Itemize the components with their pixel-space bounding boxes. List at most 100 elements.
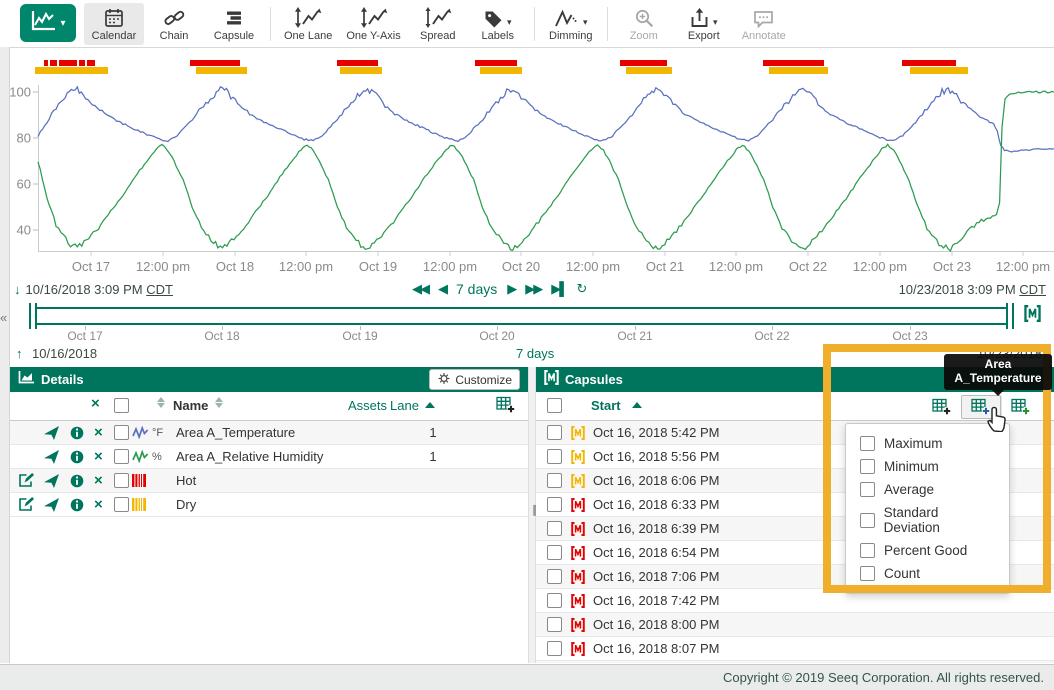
select-all-capsules-checkbox[interactable]	[547, 398, 562, 413]
asset-swap-icon[interactable]	[44, 469, 62, 492]
toolbar-button-one-lane[interactable]: One Lane	[277, 3, 339, 45]
capsule-checkbox[interactable]	[547, 661, 563, 663]
asset-swap-icon[interactable]	[44, 421, 62, 444]
remove-icon[interactable]: ×	[94, 421, 110, 444]
item-name[interactable]: Area A_Relative Humidity	[176, 445, 416, 468]
asset-swap-icon[interactable]	[44, 445, 62, 468]
remove-icon[interactable]: ×	[94, 469, 110, 492]
unit-label	[152, 493, 176, 516]
toolbar-button-one-y-axis[interactable]: One Y-Axis	[339, 3, 407, 45]
remove-all-icon[interactable]: ×	[91, 396, 100, 411]
toolbar-button-export[interactable]: ▾Export	[674, 3, 734, 45]
remove-icon[interactable]: ×	[94, 493, 110, 516]
stats-menu-item-standard-deviation[interactable]: Standard Deviation	[846, 501, 1009, 539]
column-assets[interactable]: Assets	[348, 398, 387, 413]
tooltip-line2: A_Temperature	[946, 371, 1050, 385]
capsule-checkbox[interactable]	[547, 445, 563, 468]
series-area-a-relative-humidity[interactable]	[38, 91, 1054, 251]
info-icon[interactable]	[70, 421, 88, 444]
column-lane[interactable]: Lane	[390, 398, 419, 413]
column-start[interactable]: Start	[591, 398, 621, 413]
toolbar-button-zoom[interactable]: Zoom	[614, 3, 674, 45]
stats-menu-item-percent-good[interactable]: Percent Good	[846, 539, 1009, 562]
add-stat-column-button[interactable]	[961, 395, 1001, 419]
item-name[interactable]: Area A_Temperature	[176, 421, 416, 444]
stats-menu-item-count[interactable]: Count	[846, 562, 1009, 585]
customize-button[interactable]: Customize	[429, 369, 520, 390]
stats-menu-label: Average	[884, 482, 934, 497]
toolbar-button-dimming[interactable]: ▾Dimming	[541, 3, 601, 45]
capsule-checkbox[interactable]	[547, 565, 563, 588]
toolbar-button-labels[interactable]: ▾Labels	[468, 3, 528, 45]
edit-icon[interactable]	[18, 469, 38, 492]
asset-swap-icon[interactable]	[44, 493, 62, 516]
investigate-duration[interactable]: 7 days	[516, 346, 554, 361]
refresh-icon[interactable]: ↻	[576, 281, 585, 297]
sort-icon[interactable]	[157, 397, 165, 408]
row-checkbox[interactable]	[114, 469, 130, 492]
timeline-right-handle[interactable]	[1006, 303, 1014, 329]
step-to-end-icon[interactable]: ▶▌	[551, 281, 566, 297]
add-stat-column-button[interactable]	[1001, 396, 1040, 418]
capsule-checkbox[interactable]	[547, 421, 563, 444]
item-name[interactable]: Dry	[176, 493, 416, 516]
capsule-checkbox[interactable]	[547, 493, 563, 516]
stats-menu-item-maximum[interactable]: Maximum	[846, 432, 1009, 455]
display-range-start[interactable]: ↓10/16/2018 3:09 PM CDT	[14, 282, 173, 297]
capsule-bar-hot	[475, 60, 517, 66]
select-all-checkbox[interactable]	[114, 398, 129, 413]
step-forward-icon[interactable]: ▶	[507, 281, 515, 297]
capsule-time-icon[interactable]	[1024, 305, 1041, 327]
x-axis-tick: Oct 18	[216, 259, 254, 274]
capsule-bar-dry	[340, 67, 382, 74]
info-icon[interactable]	[70, 493, 88, 516]
tooltip-arrow	[992, 390, 1004, 396]
range-duration[interactable]: 7 days	[456, 281, 497, 297]
series-area-a-temperature[interactable]	[38, 87, 1054, 152]
row-checkbox[interactable]	[114, 421, 130, 444]
toolbar-button-chain[interactable]: Chain	[144, 3, 204, 45]
toolbar-label: Capsule	[214, 30, 254, 42]
timeline-left-handle[interactable]	[29, 303, 37, 329]
timezone-link[interactable]: CDT	[146, 282, 173, 297]
capsule-checkbox[interactable]	[547, 517, 563, 540]
add-column-icon[interactable]	[496, 396, 516, 417]
step-forward-much-icon[interactable]: ▶▶	[525, 281, 541, 297]
info-icon[interactable]	[70, 445, 88, 468]
column-name[interactable]: Name	[173, 398, 208, 413]
spread-icon	[424, 6, 452, 28]
edit-icon[interactable]	[18, 493, 38, 516]
view-selector-button[interactable]: ▾	[20, 4, 76, 42]
timeline-range-selector[interactable]	[33, 307, 1008, 325]
panel-splitter[interactable]: ▐▌	[528, 367, 536, 663]
capsule-checkbox[interactable]	[547, 613, 563, 636]
trend-chart[interactable]: 100806040Oct 1712:00 pmOct 1812:00 pmOct…	[0, 47, 1054, 281]
step-back-much-icon[interactable]: ◀◀	[412, 281, 428, 297]
timeline-date: Oct 18	[204, 329, 239, 343]
toolbar-button-calendar[interactable]: Calendar	[84, 3, 144, 45]
gears-icon	[437, 372, 451, 388]
capsule-checkbox[interactable]	[547, 589, 563, 612]
range-end-text[interactable]: 10/23/2018 3:09 PM	[899, 282, 1016, 297]
capsule-checkbox[interactable]	[547, 469, 563, 492]
toolbar-button-capsule[interactable]: Capsule	[204, 3, 264, 45]
remove-icon[interactable]: ×	[94, 445, 110, 468]
timezone-link[interactable]: CDT	[1019, 282, 1046, 297]
stats-menu-item-average[interactable]: Average	[846, 478, 1009, 501]
capsule-checkbox[interactable]	[547, 637, 563, 660]
investigate-start-date[interactable]: 10/16/2018	[32, 346, 97, 361]
step-back-icon[interactable]: ◀	[438, 281, 446, 297]
capsule-checkbox[interactable]	[547, 541, 563, 564]
toolbar-button-spread[interactable]: Spread	[408, 3, 468, 45]
row-checkbox[interactable]	[114, 445, 130, 468]
stats-menu-item-minimum[interactable]: Minimum	[846, 455, 1009, 478]
add-stat-column-button[interactable]	[923, 396, 961, 418]
row-checkbox[interactable]	[114, 493, 130, 516]
sort-icon[interactable]	[215, 397, 223, 408]
capsule-icon	[571, 565, 589, 588]
range-start-text[interactable]: 10/16/2018 3:09 PM	[26, 282, 143, 297]
toolbar-button-annotate[interactable]: Annotate	[734, 3, 794, 45]
info-icon[interactable]	[70, 469, 88, 492]
item-name[interactable]: Hot	[176, 469, 416, 492]
display-range-end[interactable]: 10/23/2018 3:09 PM CDT	[899, 282, 1046, 297]
